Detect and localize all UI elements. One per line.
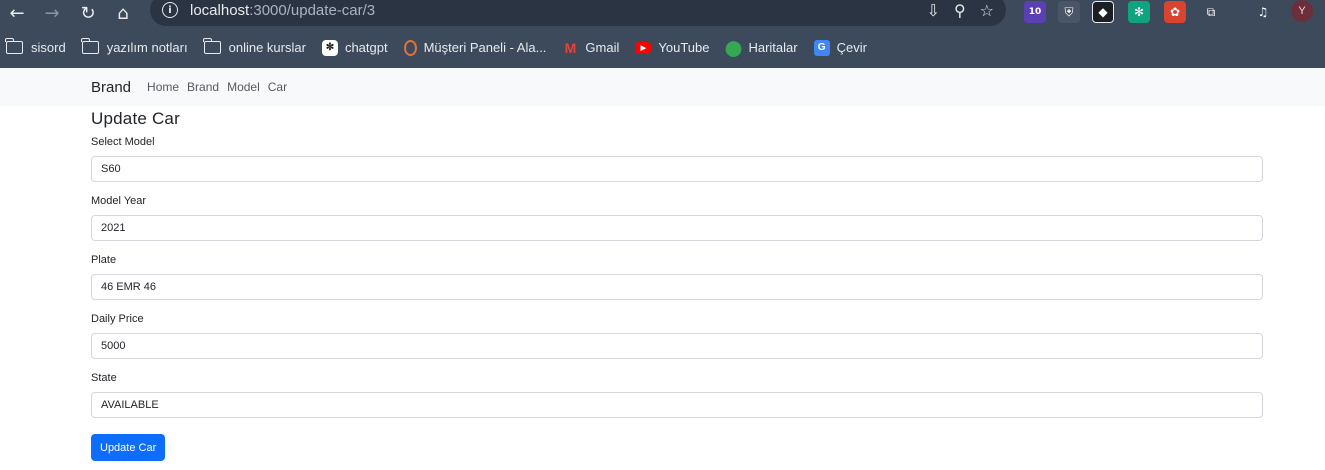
bookmark-yazilim-notlari[interactable]: yazılım notları [81, 38, 188, 55]
bookmark-youtube[interactable]: ▶ YouTube [635, 40, 709, 55]
navbar-brand[interactable]: Brand [91, 79, 131, 96]
bookmark-label: yazılım notları [106, 40, 188, 55]
plate-input[interactable] [91, 274, 1263, 300]
forward-icon[interactable]: → [37, 0, 67, 27]
site-info-icon[interactable]: i [162, 2, 178, 18]
update-car-button[interactable]: Update Car [91, 434, 166, 461]
bookmark-musteri-paneli[interactable]: Müşteri Paneli - Ala... [403, 39, 547, 56]
back-icon[interactable]: ← [2, 0, 32, 27]
bookmark-label: chatgpt [344, 40, 388, 55]
bookmark-label: online kurslar [228, 40, 306, 55]
model-year-input[interactable] [91, 215, 1263, 241]
translate-icon: G [813, 39, 830, 56]
bookmark-sisord[interactable]: sisord [5, 38, 66, 55]
field-state: State [91, 371, 1263, 418]
nav-link-model[interactable]: Model [227, 80, 260, 94]
bookmark-haritalar[interactable]: ⬤ Haritalar [725, 39, 798, 57]
extension-badge-icon[interactable]: 10 [1024, 1, 1046, 23]
browser-toolbar: ← → ↻ ⌂ i localhost:3000/update-car/3 ⇩ … [0, 0, 1325, 27]
media-control-icon[interactable]: ♫ [1252, 1, 1274, 23]
bookmark-label: Müşteri Paneli - Ala... [423, 40, 547, 55]
state-label: State [91, 372, 117, 384]
state-input[interactable] [91, 392, 1263, 418]
home-icon[interactable]: ⌂ [108, 0, 138, 27]
chatgpt-icon: ✻ [321, 39, 338, 56]
bookmark-label: Gmail [585, 40, 620, 55]
extensions-puzzle-icon[interactable]: ⧉ [1200, 1, 1222, 23]
update-car-form: Update Car Select Model Model Year Plate… [0, 109, 1263, 461]
panel-icon [403, 39, 417, 56]
zoom-icon[interactable]: ⚲ [954, 1, 966, 20]
bookmarks-bar: sisord yazılım notları online kurslar ✻ c… [0, 27, 1325, 68]
folder-icon [203, 38, 221, 54]
folder-icon [81, 38, 99, 54]
address-bar-actions: ⇩ ⚲ ☆ [927, 0, 994, 26]
field-model-year: Model Year [91, 194, 1263, 241]
chatgpt-extension-icon[interactable]: ✻ [1128, 1, 1150, 23]
bookmark-gmail[interactable]: M Gmail [562, 39, 620, 56]
bookmark-label: YouTube [658, 40, 710, 55]
bookmark-chatgpt[interactable]: ✻ chatgpt [321, 39, 388, 56]
daily-price-label: Daily Price [91, 313, 144, 325]
model-year-label: Model Year [91, 195, 147, 207]
url-text[interactable]: localhost:3000/update-car/3 [190, 2, 375, 19]
select-model-label: Select Model [91, 136, 155, 148]
bookmark-star-icon[interactable]: ☆ [980, 1, 994, 20]
nav-link-home[interactable]: Home [147, 80, 179, 94]
nav-link-car[interactable]: Car [268, 80, 287, 94]
address-bar[interactable]: i localhost:3000/update-car/3 ⇩ ⚲ ☆ [150, 0, 1006, 26]
bookmark-cevir[interactable]: G Çevir [813, 39, 867, 56]
maps-icon: ⬤ [725, 39, 742, 57]
select-model-input[interactable] [91, 156, 1263, 182]
field-plate: Plate [91, 253, 1263, 300]
bookmark-label: Çevir [836, 40, 867, 55]
bookmark-label: sisord [31, 40, 66, 55]
profile-avatar[interactable]: Y [1291, 0, 1313, 22]
folder-icon [5, 38, 23, 54]
extension-badge-count: 10 [1028, 7, 1042, 17]
red-extension-icon[interactable]: ✿ [1164, 1, 1186, 23]
app-navbar: Brand Home Brand Model Car [0, 68, 1325, 106]
url-host: localhost [190, 1, 250, 19]
nav-link-brand[interactable]: Brand [187, 80, 219, 94]
install-app-icon[interactable]: ⇩ [927, 1, 940, 20]
url-path: :3000/update-car/3 [249, 1, 376, 19]
shield-extension-icon[interactable]: ⛨ [1058, 1, 1080, 23]
dark-extension-icon[interactable]: ◆ [1092, 1, 1114, 23]
reload-icon[interactable]: ↻ [73, 0, 103, 27]
field-select-model: Select Model [91, 135, 1263, 182]
bookmark-online-kurslar[interactable]: online kurslar [203, 38, 306, 55]
daily-price-input[interactable] [91, 333, 1263, 359]
page-title: Update Car [91, 109, 180, 128]
field-daily-price: Daily Price [91, 312, 1263, 359]
gmail-icon: M [564, 39, 577, 56]
youtube-icon: ▶ [635, 41, 652, 54]
plate-label: Plate [91, 254, 117, 266]
bookmark-label: Haritalar [748, 40, 798, 55]
